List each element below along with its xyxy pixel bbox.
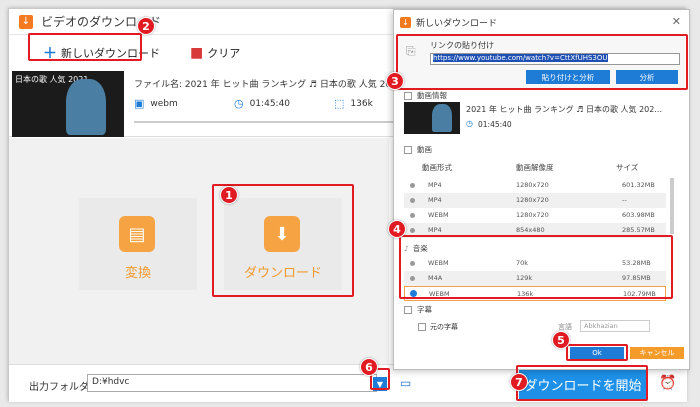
download-list-item[interactable]: 日本の歌 人気 2021 ファイル名: 2021 年 ヒット曲 ランキング ♬ … — [9, 71, 494, 137]
open-folder-icon[interactable]: ▭ — [400, 376, 411, 390]
row-resolution: 854x480 — [516, 226, 545, 234]
row-resolution: 1280x720 — [516, 211, 549, 219]
film-icon: ▤ — [119, 216, 155, 252]
row-format: MP4 — [428, 181, 442, 189]
row-format: MP4 — [428, 196, 442, 204]
dialog-thumbnail-portrait — [432, 104, 452, 132]
subtitle-section-label: 字幕 — [417, 305, 432, 314]
convert-label: 変換 — [124, 266, 151, 281]
duration-info: ◷ 01:45:40 — [234, 97, 290, 110]
column-size: サイズ — [616, 163, 639, 172]
size-info: ⬚ 136k — [334, 97, 373, 110]
column-resolution: 動画解像度 — [516, 163, 554, 172]
subtitle-section: 字幕 — [404, 304, 432, 315]
dialog-app-icon: ↓ — [400, 16, 411, 28]
clock-icon: ◷ — [234, 97, 244, 110]
alarm-clock-icon[interactable]: ⏰ — [659, 375, 676, 391]
format-info: ▣ webm — [134, 97, 178, 110]
original-subtitle-label: 元の字幕 — [430, 323, 458, 331]
video-row[interactable]: MP4 1280x720 -- — [404, 193, 666, 208]
badge-6: 6 — [360, 358, 378, 376]
video-row[interactable]: MP4 1280x720 601.32MB — [404, 178, 666, 193]
video-section: 動画 — [404, 144, 432, 155]
row-resolution: 1280x720 — [516, 181, 549, 189]
video-title: 2021 年 ヒット曲 ランキング ♬ 日本の歌 人気 202... — [466, 105, 662, 114]
thumbnail-portrait — [66, 79, 106, 135]
clock-icon: ◷ — [466, 119, 473, 128]
row-format: WEBM — [428, 211, 449, 219]
badge-3: 3 — [386, 72, 404, 90]
row-size: 285.57MB — [622, 226, 655, 234]
video-info-section: 動画情報 — [404, 90, 447, 101]
progress-bar — [134, 121, 394, 123]
row-size: 601.32MB — [622, 181, 655, 189]
video-info-label: 動画情報 — [417, 91, 447, 100]
video-row[interactable]: WEBM 1280x720 603.98MB — [404, 208, 666, 223]
format-table-header: 動画形式 動画解像度 サイズ — [404, 159, 679, 175]
output-folder-field[interactable]: D:¥hdvc — [87, 374, 377, 392]
annotation-box-ok — [566, 344, 628, 361]
video-format-icon: ▣ — [134, 97, 145, 110]
column-format: 動画形式 — [422, 163, 452, 172]
info-icon — [404, 91, 412, 100]
close-icon[interactable]: ✕ — [672, 15, 681, 28]
annotation-box-new-download — [28, 33, 142, 61]
row-size: -- — [622, 196, 627, 204]
video-thumbnail: 日本の歌 人気 2021 — [12, 71, 124, 137]
trash-icon: ■ — [190, 45, 204, 61]
video-section-icon — [404, 145, 412, 154]
dialog-title-bar: ↓ 新しいダウンロード — [394, 10, 689, 34]
annotation-box-paste-panel — [396, 34, 688, 90]
subtitle-icon — [404, 305, 412, 314]
video-section-label: 動画 — [417, 145, 432, 154]
dialog-title: 新しいダウンロード — [416, 18, 498, 29]
format-value: webm — [150, 98, 178, 109]
clear-label: クリア — [207, 47, 241, 60]
row-format: MP4 — [428, 226, 442, 234]
badge-1: 1 — [220, 186, 238, 204]
size-value: 136k — [350, 98, 373, 109]
badge-7: 7 — [510, 373, 528, 391]
radio[interactable] — [410, 228, 415, 233]
badge-2: 2 — [137, 17, 155, 35]
row-resolution: 1280x720 — [516, 196, 549, 204]
duration-value: 01:45:40 — [249, 98, 291, 109]
badge-5: 5 — [552, 331, 570, 349]
radio[interactable] — [410, 198, 415, 203]
original-subtitle-checkbox[interactable]: 元の字幕 — [418, 322, 458, 332]
annotation-box-audio-rows — [399, 235, 673, 299]
row-size: 603.98MB — [622, 211, 655, 219]
annotation-box-start — [516, 365, 648, 401]
app-icon: ↓ — [19, 14, 33, 29]
video-duration: 01:45:40 — [478, 120, 512, 129]
cancel-button[interactable]: キャンセル — [630, 347, 684, 359]
clear-button[interactable]: ■ クリア — [182, 40, 248, 66]
checkbox[interactable] — [418, 323, 426, 331]
badge-4: 4 — [388, 220, 406, 238]
radio[interactable] — [410, 183, 415, 188]
screenshot-frame: ↓ ビデオのダウンロード ＋ 新しいダウンロード ■ クリア 日本の歌 人気 2… — [0, 0, 700, 407]
resolution-icon: ⬚ — [334, 97, 345, 110]
radio[interactable] — [410, 213, 415, 218]
language-select[interactable]: Abkhazian — [580, 320, 650, 332]
scrollbar[interactable] — [670, 178, 674, 234]
dialog-thumbnail — [404, 102, 460, 134]
convert-card[interactable]: ▤ 変換 — [79, 198, 197, 290]
